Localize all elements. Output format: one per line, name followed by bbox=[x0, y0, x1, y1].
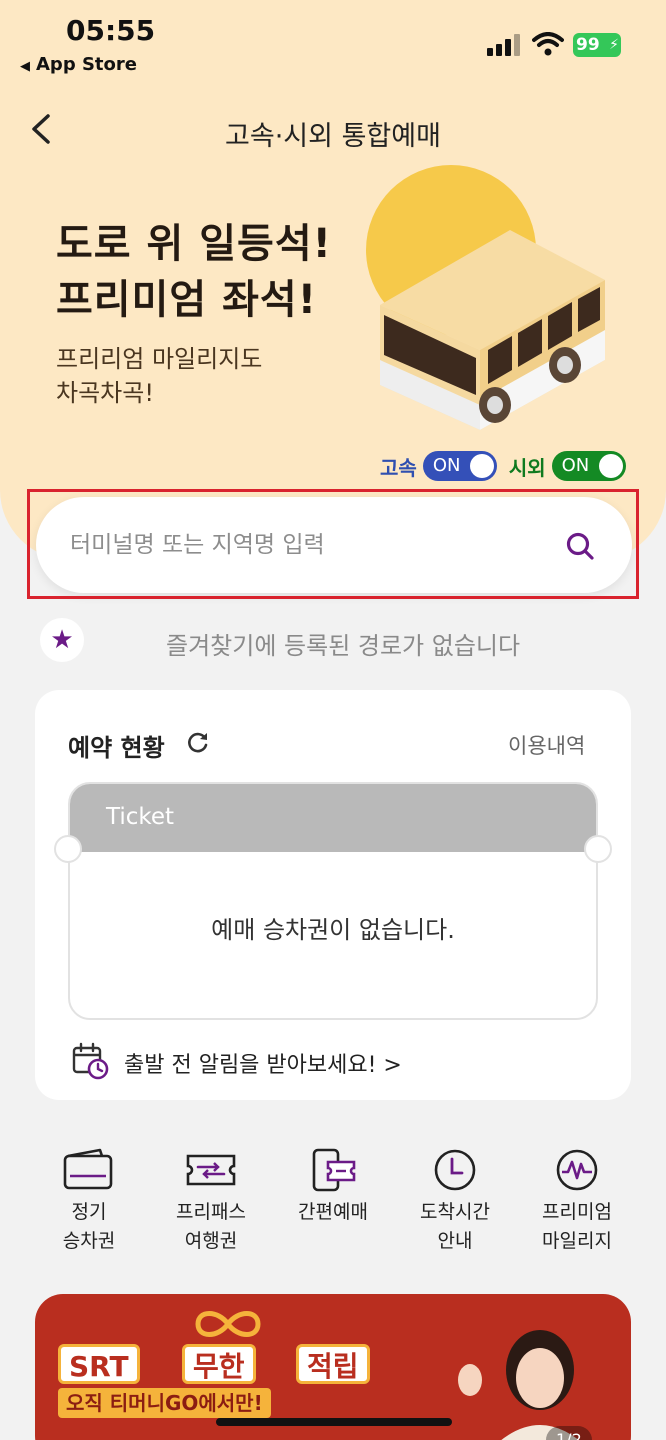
quick-menu-freepass[interactable]: 프리패스 여행권 bbox=[156, 1148, 266, 1256]
promo-title-line2: 프리미엄 좌석! bbox=[56, 277, 317, 323]
infinity-icon bbox=[195, 1311, 261, 1337]
freepass-ticket-icon bbox=[186, 1154, 236, 1186]
refresh-icon[interactable] bbox=[186, 730, 210, 754]
banner-word-unlimited: 무한 bbox=[182, 1344, 256, 1384]
usage-history-link[interactable]: 이용내역 bbox=[508, 730, 585, 760]
promo-sub-line2: 차곡차곡! bbox=[56, 379, 154, 407]
departure-alarm-link[interactable]: 출발 전 알림을 받아보세요! > bbox=[124, 1047, 402, 1079]
banner-person-illustration bbox=[458, 1330, 579, 1440]
favorites-empty-text: 즐겨찾기에 등록된 경로가 없습니다 bbox=[166, 632, 521, 660]
express-toggle-label: 고속 bbox=[380, 455, 417, 480]
battery-indicator: 99 ⚡ bbox=[573, 33, 621, 57]
promo-subtitle: 프리리엄 마일리지도 차곡차곡! bbox=[56, 342, 262, 410]
intercity-toggle-state: ON bbox=[561, 455, 590, 476]
bus-illustration bbox=[380, 230, 605, 430]
back-triangle-icon: ◀ bbox=[20, 59, 30, 74]
banner-word-srt: SRT bbox=[58, 1344, 140, 1384]
no-ticket-text: 예매 승차권이 없습니다. bbox=[211, 916, 455, 944]
quick-menu-label: 정기 승차권 bbox=[34, 1198, 144, 1256]
banner-page-indicator: 1/2 bbox=[546, 1426, 592, 1440]
quick-menu-label-line1: 프리미엄 bbox=[542, 1201, 612, 1223]
quick-menu-label-line2: 안내 bbox=[437, 1230, 473, 1252]
express-toggle[interactable]: ON bbox=[422, 451, 497, 481]
battery-level: 99 bbox=[576, 35, 600, 55]
status-time: 05:55 bbox=[66, 14, 156, 47]
quick-menu-label-line2: 여행권 bbox=[184, 1230, 238, 1252]
quick-menu-premium-mileage[interactable]: 프리미엄 마일리지 bbox=[522, 1148, 632, 1256]
back-app-label: App Store bbox=[36, 54, 137, 75]
search-input[interactable] bbox=[70, 527, 550, 563]
wallet-icon bbox=[63, 1148, 113, 1190]
quick-menu-label-line1: 간편예매 bbox=[298, 1201, 368, 1223]
phone-ticket-icon bbox=[312, 1148, 356, 1192]
promo-sub-line1: 프리리엄 마일리지도 bbox=[56, 345, 263, 373]
express-toggle-knob bbox=[469, 454, 494, 478]
quick-menu-label-line2: 마일리지 bbox=[542, 1230, 612, 1252]
intercity-toggle-knob bbox=[598, 454, 623, 478]
page-title: 고속·시외 통합예매 bbox=[225, 121, 441, 152]
ticket-notch-left bbox=[54, 835, 82, 863]
quick-menu-label: 도착시간 안내 bbox=[400, 1198, 510, 1256]
calendar-alarm-icon bbox=[72, 1042, 109, 1080]
ticket-notch-right bbox=[584, 835, 612, 863]
search-icon[interactable] bbox=[564, 530, 596, 562]
intercity-toggle[interactable]: ON bbox=[551, 451, 626, 481]
wifi-icon bbox=[532, 32, 564, 56]
quick-menu-label-line1: 프리패스 bbox=[176, 1201, 246, 1223]
favorite-star-icon[interactable]: ★ bbox=[40, 618, 84, 662]
quick-menu-arrival-time[interactable]: 도착시간 안내 bbox=[400, 1148, 510, 1256]
quick-menu-label: 프리패스 여행권 bbox=[156, 1198, 266, 1256]
quick-menu-commuter-pass[interactable]: 정기 승차권 bbox=[34, 1148, 144, 1256]
reservation-title: 예약 현황 bbox=[68, 734, 165, 762]
search-box[interactable] bbox=[36, 497, 632, 593]
quick-menu-label-line1: 도착시간 bbox=[420, 1201, 490, 1223]
quick-menu-label: 간편예매 bbox=[278, 1198, 388, 1227]
home-indicator bbox=[216, 1418, 452, 1426]
banner-subtitle: 오직 티머니GO에서만! bbox=[58, 1388, 271, 1418]
ticket-label: Ticket bbox=[106, 804, 175, 830]
quick-menu-easy-booking[interactable]: 간편예매 bbox=[278, 1148, 388, 1227]
intercity-toggle-label: 시외 bbox=[508, 455, 546, 480]
quick-menu-label-line1: 정기 bbox=[71, 1201, 107, 1223]
promo-title: 도로 위 일등석! 프리미엄 좌석! bbox=[56, 216, 332, 328]
express-toggle-state: ON bbox=[432, 455, 461, 476]
charging-bolt-icon: ⚡ bbox=[609, 37, 619, 53]
quick-menu-label: 프리미엄 마일리지 bbox=[522, 1198, 632, 1256]
banner-word-accumulate: 적립 bbox=[296, 1344, 370, 1384]
promo-title-line1: 도로 위 일등석! bbox=[56, 221, 332, 267]
cellular-signal-icon bbox=[487, 34, 521, 56]
mileage-icon bbox=[556, 1149, 598, 1191]
back-to-app-link[interactable]: ◀ App Store bbox=[20, 54, 137, 75]
bus-type-toggles: 고속 ON 시외 ON bbox=[380, 450, 632, 482]
quick-menu-label-line2: 승차권 bbox=[62, 1230, 116, 1252]
clock-icon bbox=[434, 1149, 476, 1191]
